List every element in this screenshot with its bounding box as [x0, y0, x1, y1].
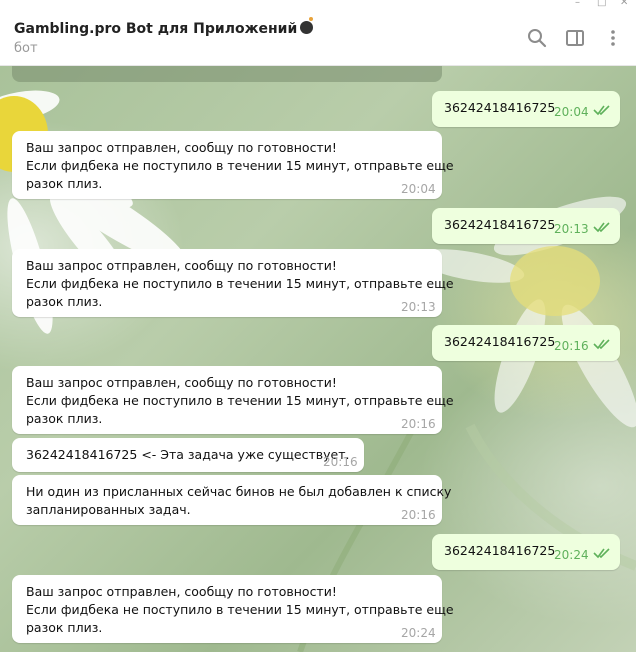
message-text: Ваш запрос отправлен, сообщу по готовнос…	[26, 584, 454, 635]
incoming-message[interactable]: Ни один из присланных сейчас бинов не бы…	[12, 475, 451, 525]
incoming-message[interactable]: 36242418416725 <- Эта задача уже существ…	[12, 438, 364, 472]
outgoing-message[interactable]: 36242418416725 20:04	[432, 91, 620, 127]
message-text: Ваш запрос отправлен, сообщу по готовнос…	[26, 258, 454, 309]
message-time: 20:16	[323, 455, 358, 469]
maximize-window-icon[interactable]: □	[597, 0, 606, 8]
minimize-window-icon[interactable]: –	[575, 0, 580, 8]
message-text: 36242418416725	[444, 334, 556, 349]
message-time: 20:24	[554, 548, 589, 562]
incoming-message[interactable]: Ваш запрос отправлен, сообщу по готовнос…	[12, 575, 454, 643]
incoming-message[interactable]: Ваш запрос отправлен, сообщу по готовнос…	[12, 131, 454, 199]
incoming-message[interactable]: Ваш запрос отправлен, сообщу по готовнос…	[12, 366, 454, 434]
message-time: 20:16	[554, 339, 589, 353]
chat-title-text: Gambling.pro Bot для Приложений	[14, 21, 298, 37]
message-text: Ваш запрос отправлен, сообщу по готовнос…	[26, 140, 454, 191]
chat-subtitle: бот	[14, 41, 38, 56]
message-time: 20:16	[401, 508, 436, 522]
message-text: 36242418416725	[444, 100, 556, 115]
message-time: 20:16	[401, 417, 436, 431]
message-text: 36242418416725	[444, 543, 556, 558]
close-window-icon[interactable]: ✕	[620, 0, 628, 8]
sidebar-toggle-icon[interactable]	[565, 28, 585, 48]
message-time: 20:13	[554, 222, 589, 236]
more-vertical-icon[interactable]	[603, 28, 623, 48]
bomb-emoji-icon	[300, 17, 314, 34]
double-check-icon	[593, 105, 610, 116]
outgoing-message[interactable]: 36242418416725 20:13	[432, 208, 620, 244]
message-text: Ни один из присланных сейчас бинов не бы…	[26, 484, 452, 517]
message-text: Ваш запрос отправлен, сообщу по готовнос…	[26, 375, 454, 426]
message-time: 20:04	[554, 105, 589, 119]
incoming-message[interactable]: Ваш запрос отправлен, сообщу по готовнос…	[12, 249, 454, 317]
search-icon[interactable]	[527, 28, 547, 48]
double-check-icon	[593, 222, 610, 233]
message-time: 20:04	[401, 182, 436, 196]
outgoing-message[interactable]: 36242418416725 20:24	[432, 534, 620, 570]
message-text: 36242418416725	[444, 217, 556, 232]
outgoing-message[interactable]: 36242418416725 20:16	[432, 325, 620, 361]
message-time: 20:13	[401, 300, 436, 314]
chat-title[interactable]: Gambling.pro Bot для Приложений	[14, 17, 314, 37]
double-check-icon	[593, 548, 610, 559]
double-check-icon	[593, 339, 610, 350]
chat-area[interactable]: 36242418416725 20:04 Ваш запрос отправле…	[0, 66, 636, 652]
message-time: 20:24	[401, 626, 436, 640]
message-text: 36242418416725 <- Эта задача уже существ…	[26, 447, 350, 462]
pinned-banner[interactable]	[12, 66, 442, 82]
window-titlebar: – □ ✕	[0, 0, 636, 10]
chat-header: Gambling.pro Bot для Приложений бот	[0, 10, 636, 66]
